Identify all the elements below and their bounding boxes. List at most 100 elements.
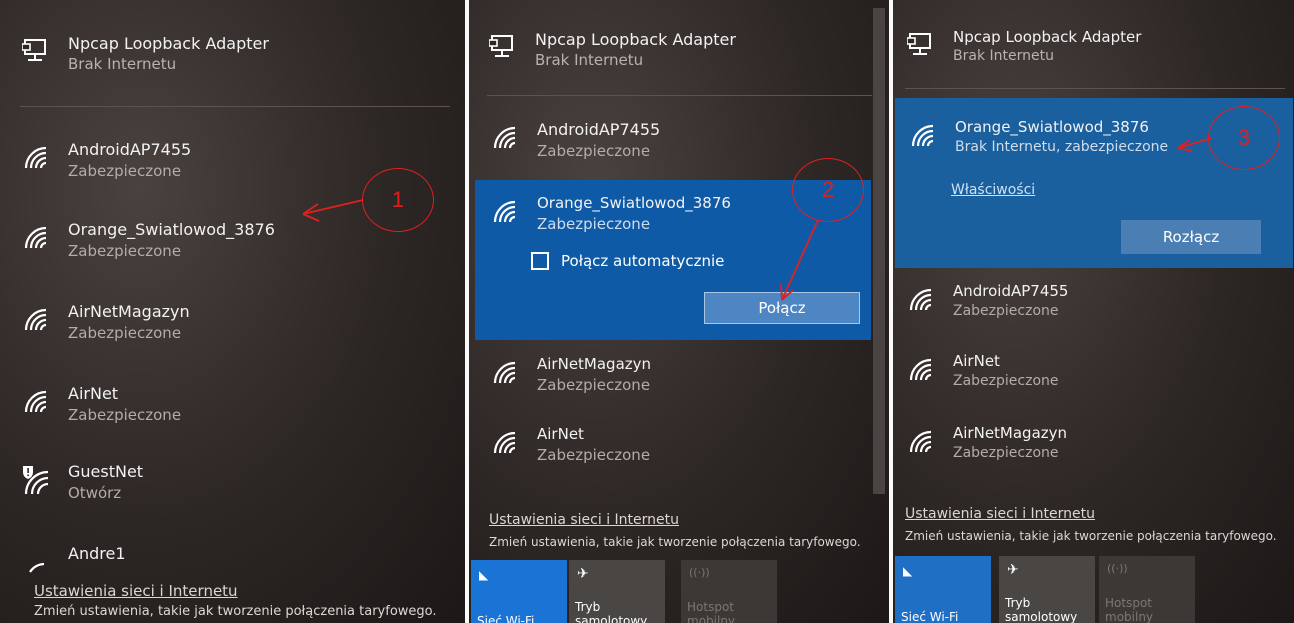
network-name: AirNet xyxy=(537,425,584,443)
network-name: AndroidAP7455 xyxy=(537,120,661,139)
network-settings-link[interactable]: Ustawienia sieci i Internetu xyxy=(34,582,238,600)
network-status: Zabezpieczone xyxy=(537,215,651,233)
network-flyout-step3: Npcap Loopback Adapter Brak Internetu Ora… xyxy=(893,0,1294,623)
wifi-icon xyxy=(491,194,523,226)
wifi-network-item[interactable]: Andre1 xyxy=(22,544,126,576)
divider xyxy=(487,95,872,96)
wifi-icon xyxy=(907,424,939,456)
adapter-item[interactable]: Npcap Loopback Adapter Brak Internetu xyxy=(22,34,269,73)
wifi-small-icon: ◣ xyxy=(479,568,489,582)
wifi-network-item[interactable]: AndroidAP7455 Zabezpieczone xyxy=(491,120,660,160)
network-flyout-step1: Npcap Loopback Adapter Brak Internetu And… xyxy=(0,0,465,623)
network-status: Zabezpieczone xyxy=(68,242,182,260)
wifi-icon xyxy=(491,425,523,457)
network-name: GuestNet xyxy=(68,462,144,481)
hotspot-label-2: mobilny xyxy=(1105,610,1154,623)
wifi-network-item[interactable]: AirNetMagazyn Zabezpieczone xyxy=(22,302,190,342)
quick-action-airplane[interactable]: ✈ Tryb samolotowy xyxy=(569,560,665,623)
network-status: Brak Internetu, zabezpieczone xyxy=(955,139,1169,155)
network-name: AirNetMagazyn xyxy=(537,355,652,373)
annotation-step-3: 3 xyxy=(1208,106,1280,170)
wifi-network-item[interactable]: GuestNet Otwórz xyxy=(22,462,143,502)
quick-action-airplane[interactable]: ✈ Tryb samolotowy xyxy=(999,556,1095,623)
network-status: Zabezpieczone xyxy=(953,445,1059,461)
ethernet-monitor-icon xyxy=(489,30,521,62)
network-name: AndroidAP7455 xyxy=(953,282,1069,300)
wifi-network-item[interactable]: AirNetMagazyn Zabezpieczone xyxy=(907,424,1067,461)
adapter-status: Brak Internetu xyxy=(953,48,1054,64)
hotspot-icon: ((·)) xyxy=(689,566,710,579)
network-flyout-step2: Npcap Loopback Adapter Brak Internetu And… xyxy=(469,0,889,623)
adapter-item[interactable]: Npcap Loopback Adapter Brak Internetu xyxy=(907,28,1141,64)
network-name: Andre1 xyxy=(68,544,126,563)
wifi-network-item[interactable]: AndroidAP7455 Zabezpieczone xyxy=(907,282,1068,319)
network-status: Zabezpieczone xyxy=(537,446,651,464)
wifi-icon xyxy=(22,302,54,334)
adapter-status: Brak Internetu xyxy=(68,55,177,73)
network-settings-description: Zmień ustawienia, takie jak tworzenie po… xyxy=(905,529,1277,543)
quick-action-wifi[interactable]: ◣ Sieć Wi-Fi xyxy=(895,556,991,623)
scrollbar[interactable] xyxy=(873,8,885,494)
network-name: AndroidAP7455 xyxy=(68,140,192,159)
quick-action-wifi-label: Sieć Wi-Fi xyxy=(477,614,535,623)
quick-action-hotspot[interactable]: ((·)) Hotspot mobilny xyxy=(1099,556,1195,623)
adapter-name: Npcap Loopback Adapter xyxy=(535,30,736,49)
adapter-item[interactable]: Npcap Loopback Adapter Brak Internetu xyxy=(489,30,736,69)
network-status: Zabezpieczone xyxy=(537,142,651,160)
properties-link[interactable]: Właściwości xyxy=(951,182,1035,198)
disconnect-button[interactable]: Rozłącz xyxy=(1121,220,1261,254)
network-settings-link[interactable]: Ustawienia sieci i Internetu xyxy=(905,506,1095,522)
network-settings-description: Zmień ustawienia, takie jak tworzenie po… xyxy=(34,604,437,619)
network-name: AirNetMagazyn xyxy=(953,424,1068,442)
quick-action-wifi[interactable]: ◣ Sieć Wi-Fi xyxy=(471,560,567,623)
checkbox-box[interactable] xyxy=(531,252,549,270)
wifi-icon xyxy=(907,282,939,314)
wifi-icon xyxy=(491,120,523,152)
wifi-network-item[interactable]: AirNet Zabezpieczone xyxy=(22,384,181,424)
wifi-network-item[interactable]: AndroidAP7455 Zabezpieczone xyxy=(22,140,191,180)
adapter-status: Brak Internetu xyxy=(535,51,644,69)
hotspot-icon: ((·)) xyxy=(1107,562,1128,575)
network-name: Orange_Swiatlowod_3876 xyxy=(955,118,1149,136)
hotspot-label-2: mobilny xyxy=(687,614,736,623)
network-name: Orange_Swiatlowod_3876 xyxy=(68,220,275,239)
wifi-network-item[interactable]: AirNetMagazyn Zabezpieczone xyxy=(491,355,651,394)
auto-connect-label: Połącz automatycznie xyxy=(561,252,725,270)
network-status: Zabezpieczone xyxy=(68,406,182,424)
wifi-network-item[interactable]: Orange_Swiatlowod_3876 Zabezpieczone xyxy=(22,220,275,260)
network-status: Zabezpieczone xyxy=(953,303,1059,319)
network-status: Zabezpieczone xyxy=(68,324,182,342)
network-status: Otwórz xyxy=(68,484,122,502)
hotspot-label-1: Hotspot xyxy=(1105,596,1152,610)
adapter-name: Npcap Loopback Adapter xyxy=(68,34,269,53)
wifi-icon xyxy=(22,384,54,416)
wifi-network-item[interactable]: AirNet Zabezpieczone xyxy=(491,425,650,464)
network-name: Orange_Swiatlowod_3876 xyxy=(537,194,731,212)
wifi-small-icon: ◣ xyxy=(903,564,913,578)
network-status: Zabezpieczone xyxy=(68,162,182,180)
annotation-step-2: 2 xyxy=(792,158,864,222)
annotation-step-1: 1 xyxy=(362,168,434,232)
wifi-network-item-connected[interactable]: Orange_Swiatlowod_3876 Brak Internetu, za… xyxy=(909,118,1168,155)
network-name: AirNetMagazyn xyxy=(68,302,190,321)
airplane-icon: ✈ xyxy=(577,566,589,582)
connect-button[interactable]: Połącz xyxy=(704,292,860,324)
wifi-icon xyxy=(22,140,54,172)
airplane-label-1: Tryb xyxy=(1005,596,1031,610)
network-settings-link[interactable]: Ustawienia sieci i Internetu xyxy=(489,512,679,528)
network-settings-description: Zmień ustawienia, takie jak tworzenie po… xyxy=(489,535,861,549)
network-status: Zabezpieczone xyxy=(953,373,1059,389)
divider xyxy=(20,106,450,107)
airplane-icon: ✈ xyxy=(1007,562,1019,578)
auto-connect-checkbox[interactable]: Połącz automatycznie xyxy=(531,252,724,270)
adapter-name: Npcap Loopback Adapter xyxy=(953,28,1142,46)
hotspot-label-1: Hotspot xyxy=(687,600,734,614)
wifi-network-item-selected[interactable]: Orange_Swiatlowod_3876 Zabezpieczone xyxy=(491,194,731,233)
airplane-label-1: Tryb xyxy=(575,600,601,614)
ethernet-monitor-icon xyxy=(22,34,54,66)
wifi-network-item[interactable]: AirNet Zabezpieczone xyxy=(907,352,1059,389)
open-wifi-shield-icon xyxy=(22,462,54,495)
wifi-icon xyxy=(907,352,939,384)
network-name: AirNet xyxy=(68,384,119,403)
quick-action-hotspot[interactable]: ((·)) Hotspot mobilny xyxy=(681,560,777,623)
